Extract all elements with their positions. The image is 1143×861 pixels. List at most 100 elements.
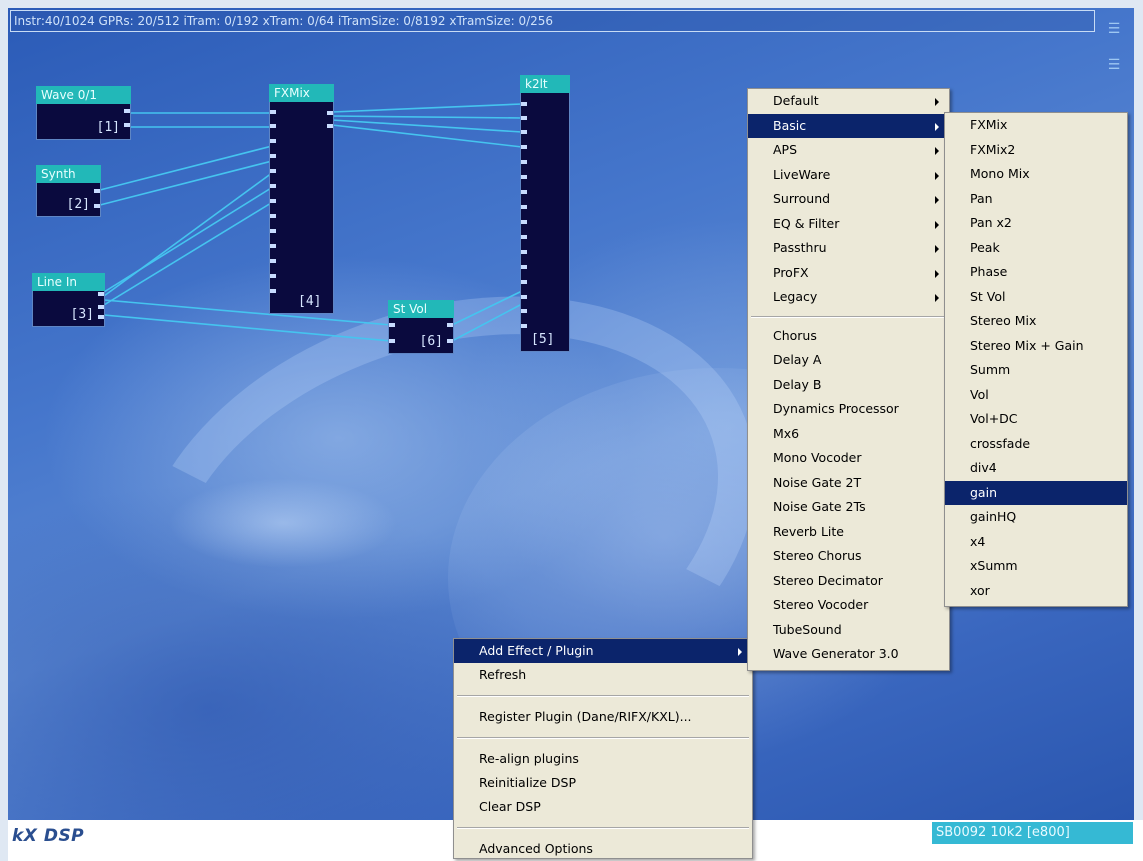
plugin-wave-0-1[interactable]: Wave 0/1 [1] xyxy=(36,86,131,140)
output-port[interactable] xyxy=(98,292,104,296)
category-item-eq-filter[interactable]: EQ & Filter xyxy=(748,212,949,237)
menu-item-refresh[interactable]: Refresh xyxy=(454,663,752,687)
input-port[interactable] xyxy=(521,175,527,179)
basic-item-fxmix2[interactable]: FXMix2 xyxy=(945,138,1127,163)
input-port[interactable] xyxy=(270,110,276,114)
input-port[interactable] xyxy=(270,154,276,158)
basic-item-summ[interactable]: Summ xyxy=(945,358,1127,383)
category-item-surround[interactable]: Surround xyxy=(748,187,949,212)
output-port[interactable] xyxy=(447,323,453,327)
input-port[interactable] xyxy=(521,235,527,239)
basic-item-crossfade[interactable]: crossfade xyxy=(945,432,1127,457)
category-item-stereo-vocoder[interactable]: Stereo Vocoder xyxy=(748,593,949,618)
input-port[interactable] xyxy=(389,323,395,327)
input-port[interactable] xyxy=(521,250,527,254)
input-port[interactable] xyxy=(270,229,276,233)
input-port[interactable] xyxy=(521,265,527,269)
basic-item-vol-dc[interactable]: Vol+DC xyxy=(945,407,1127,432)
output-port[interactable] xyxy=(327,124,333,128)
category-item-tubesound[interactable]: TubeSound xyxy=(748,618,949,643)
basic-item-x4[interactable]: x4 xyxy=(945,530,1127,555)
basic-item-gain[interactable]: gain xyxy=(945,480,1127,505)
category-item-legacy[interactable]: Legacy xyxy=(748,285,949,310)
category-item-passthru[interactable]: Passthru xyxy=(748,236,949,261)
input-port[interactable] xyxy=(389,339,395,343)
category-item-wave-generator-3-0[interactable]: Wave Generator 3.0 xyxy=(748,642,949,667)
category-item-delay-a[interactable]: Delay A xyxy=(748,348,949,373)
basic-item-xor[interactable]: xor xyxy=(945,579,1127,604)
device-label[interactable]: SB0092 10k2 [e800] xyxy=(932,822,1133,844)
plugin-fxmix[interactable]: FXMix [4] xyxy=(269,84,334,314)
basic-item-pan[interactable]: Pan xyxy=(945,187,1127,212)
output-port[interactable] xyxy=(94,204,100,208)
menu-lines-icon[interactable]: ☰ xyxy=(1103,58,1125,72)
input-port[interactable] xyxy=(521,190,527,194)
category-item-noise-gate-2t[interactable]: Noise Gate 2T xyxy=(748,471,949,496)
input-port[interactable] xyxy=(521,116,527,120)
category-item-stereo-decimator[interactable]: Stereo Decimator xyxy=(748,569,949,594)
input-port[interactable] xyxy=(521,309,527,313)
basic-item-mono-mix[interactable]: Mono Mix xyxy=(945,162,1127,187)
input-port[interactable] xyxy=(270,274,276,278)
input-port[interactable] xyxy=(270,244,276,248)
input-port[interactable] xyxy=(270,289,276,293)
category-item-mx6[interactable]: Mx6 xyxy=(748,422,949,447)
input-port[interactable] xyxy=(270,184,276,188)
basic-item-fxmix[interactable]: FXMix xyxy=(945,113,1127,138)
category-item-mono-vocoder[interactable]: Mono Vocoder xyxy=(748,446,949,471)
category-item-noise-gate-2ts[interactable]: Noise Gate 2Ts xyxy=(748,495,949,520)
input-port[interactable] xyxy=(521,145,527,149)
input-port[interactable] xyxy=(270,214,276,218)
input-port[interactable] xyxy=(521,280,527,284)
category-item-delay-b[interactable]: Delay B xyxy=(748,373,949,398)
menu-item-add-effect-plugin[interactable]: Add Effect / Plugin xyxy=(454,639,752,663)
output-port[interactable] xyxy=(447,339,453,343)
plugin-k2lt[interactable]: k2lt [5] xyxy=(520,75,570,352)
menu-item-register-plugin-dane-rifx-kxl[interactable]: Register Plugin (Dane/RIFX/KXL)... xyxy=(454,705,752,729)
basic-item-pan-x2[interactable]: Pan x2 xyxy=(945,211,1127,236)
input-port[interactable] xyxy=(521,295,527,299)
menu-lines-icon[interactable]: ☰ xyxy=(1103,22,1125,36)
basic-item-stereo-mix-gain[interactable]: Stereo Mix + Gain xyxy=(945,334,1127,359)
plugin-line-in[interactable]: Line In [3] xyxy=(32,273,105,327)
basic-item-div4[interactable]: div4 xyxy=(945,456,1127,481)
basic-item-gainhq[interactable]: gainHQ xyxy=(945,505,1127,530)
category-item-basic[interactable]: Basic xyxy=(748,113,949,138)
category-item-reverb-lite[interactable]: Reverb Lite xyxy=(748,520,949,545)
category-item-stereo-chorus[interactable]: Stereo Chorus xyxy=(748,544,949,569)
category-item-default[interactable]: Default xyxy=(748,89,949,114)
plugin-st-vol[interactable]: St Vol [6] xyxy=(388,300,454,354)
category-item-profx[interactable]: ProFX xyxy=(748,261,949,286)
menu-item-re-align-plugins[interactable]: Re-align plugins xyxy=(454,747,752,771)
input-port[interactable] xyxy=(521,324,527,328)
input-port[interactable] xyxy=(521,102,527,106)
basic-item-stereo-mix[interactable]: Stereo Mix xyxy=(945,309,1127,334)
input-port[interactable] xyxy=(521,220,527,224)
basic-item-xsumm[interactable]: xSumm xyxy=(945,554,1127,579)
menu-item-reinitialize-dsp[interactable]: Reinitialize DSP xyxy=(454,771,752,795)
input-port[interactable] xyxy=(270,139,276,143)
plugin-synth[interactable]: Synth [2] xyxy=(36,165,101,217)
output-port[interactable] xyxy=(327,111,333,115)
menu-item-advanced-options[interactable]: Advanced Options xyxy=(454,837,752,861)
input-port[interactable] xyxy=(521,130,527,134)
output-port[interactable] xyxy=(94,189,100,193)
input-port[interactable] xyxy=(270,199,276,203)
output-port[interactable] xyxy=(98,315,104,319)
basic-item-peak[interactable]: Peak xyxy=(945,236,1127,261)
input-port[interactable] xyxy=(521,160,527,164)
category-item-chorus[interactable]: Chorus xyxy=(748,324,949,349)
basic-item-vol[interactable]: Vol xyxy=(945,383,1127,408)
category-item-dynamics-processor[interactable]: Dynamics Processor xyxy=(748,397,949,422)
input-port[interactable] xyxy=(270,259,276,263)
category-item-liveware[interactable]: LiveWare xyxy=(748,163,949,188)
output-port[interactable] xyxy=(98,305,104,309)
category-item-aps[interactable]: APS xyxy=(748,138,949,163)
output-port[interactable] xyxy=(124,123,130,127)
menu-item-clear-dsp[interactable]: Clear DSP xyxy=(454,795,752,819)
input-port[interactable] xyxy=(521,205,527,209)
input-port[interactable] xyxy=(270,169,276,173)
input-port[interactable] xyxy=(270,124,276,128)
basic-item-st-vol[interactable]: St Vol xyxy=(945,285,1127,310)
basic-item-phase[interactable]: Phase xyxy=(945,260,1127,285)
